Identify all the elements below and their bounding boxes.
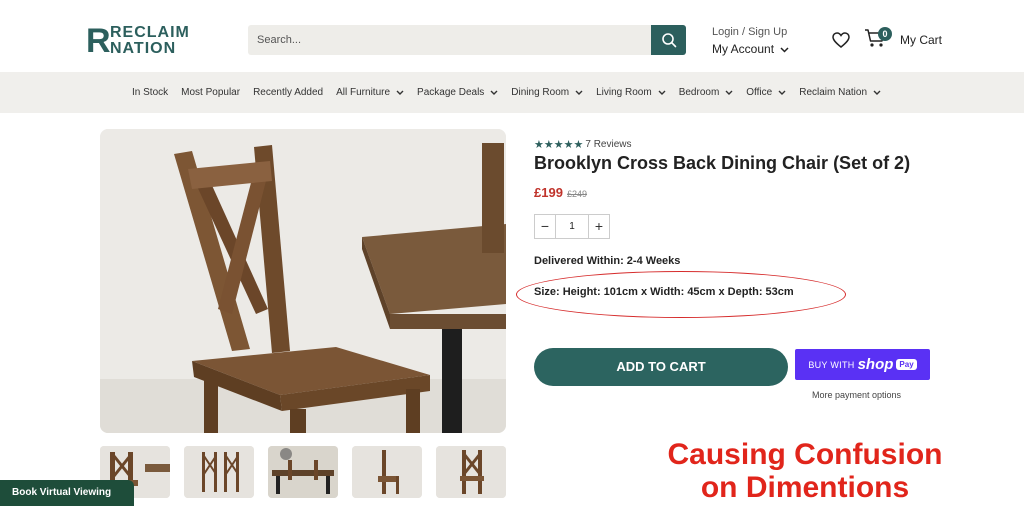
- chair-photo: [100, 129, 506, 433]
- thumbnail-4[interactable]: [352, 446, 422, 498]
- book-virtual-viewing-button[interactable]: Book Virtual Viewing: [0, 480, 134, 506]
- annotation-line-1: Causing Confusion: [667, 438, 943, 471]
- quantity-decrease-button[interactable]: −: [535, 215, 555, 238]
- nav-item-package-deals[interactable]: Package Deals: [417, 87, 498, 98]
- nav-item-label: In Stock: [132, 87, 169, 98]
- logo[interactable]: R RECLAIM NATION: [86, 24, 226, 58]
- cart-label[interactable]: My Cart: [900, 33, 942, 47]
- thumbnail-5[interactable]: [436, 446, 506, 498]
- chevron-down-icon: [725, 90, 733, 95]
- add-to-cart-button[interactable]: ADD TO CART: [534, 348, 788, 386]
- login-link[interactable]: Login / Sign Up: [712, 25, 789, 39]
- nav-item-reclaim-nation[interactable]: Reclaim Nation: [799, 87, 881, 98]
- search-bar: [248, 25, 686, 55]
- nav-item-office[interactable]: Office: [746, 87, 786, 98]
- quantity-increase-button[interactable]: +: [589, 215, 609, 238]
- star-icon: ★: [553, 139, 564, 151]
- site-header: R RECLAIM NATION Login / Sign Up My Acco…: [0, 0, 1024, 72]
- my-account-label[interactable]: My Account: [712, 42, 774, 56]
- nav-item-label: Package Deals: [417, 87, 485, 98]
- quantity-input[interactable]: 1: [555, 215, 589, 238]
- nav-item-most-popular[interactable]: Most Popular: [181, 87, 240, 98]
- nav-item-recently-added[interactable]: Recently Added: [253, 87, 323, 98]
- nav-item-label: Office: [746, 87, 773, 98]
- nav-item-living-room[interactable]: Living Room: [596, 87, 666, 98]
- nav-item-bedroom[interactable]: Bedroom: [679, 87, 734, 98]
- chevron-down-icon: [780, 47, 789, 53]
- thumbnail-2[interactable]: [184, 446, 254, 498]
- nav-item-label: All Furniture: [336, 87, 391, 98]
- chevron-down-icon: [490, 90, 498, 95]
- search-icon: [661, 33, 676, 48]
- main-nav: In Stock Most Popular Recently Added All Fu…: [0, 72, 1024, 113]
- account-menu[interactable]: Login / Sign Up My Account: [712, 25, 789, 57]
- nav-item-label: Recently Added: [253, 87, 324, 98]
- shop-pay-buy-with: BUY WITH: [808, 359, 855, 370]
- product-main-image[interactable]: [100, 129, 506, 433]
- chevron-down-icon: [396, 90, 404, 95]
- thumbnail-strip: [100, 446, 520, 498]
- nav-item-all-furniture[interactable]: All Furniture: [336, 87, 404, 98]
- rating-stars: ★★★★★: [534, 135, 583, 153]
- shop-pay-logo: shop: [857, 356, 894, 373]
- nav-item-label: Dining Room: [511, 87, 570, 98]
- delivery-info: Delivered Within: 2-4 Weeks: [534, 255, 681, 267]
- nav-item-in-stock[interactable]: In Stock: [132, 87, 168, 98]
- chevron-down-icon: [873, 90, 881, 95]
- search-button[interactable]: [651, 25, 686, 55]
- shop-pay-button[interactable]: BUY WITH shop Pay: [795, 349, 930, 380]
- star-icon: ★: [563, 139, 574, 151]
- product-title: Brooklyn Cross Back Dining Chair (Set of…: [534, 153, 911, 173]
- rating-reviews[interactable]: ★★★★★ 7 Reviews: [534, 135, 632, 153]
- logo-letter: R: [86, 22, 111, 60]
- nav-item-label: Most Popular: [181, 87, 241, 98]
- star-icon: ★: [573, 139, 584, 151]
- reviews-count[interactable]: 7 Reviews: [585, 139, 631, 150]
- star-icon: ★: [534, 139, 544, 151]
- nav-item-label: Reclaim Nation: [799, 87, 868, 98]
- chevron-down-icon: [778, 90, 786, 95]
- shop-pay-badge: Pay: [896, 359, 917, 370]
- more-payment-options-link[interactable]: More payment options: [812, 390, 901, 400]
- logo-line-1: RECLAIM: [110, 24, 190, 41]
- logo-line-2: NATION: [110, 40, 177, 57]
- annotation-line-2: on Dimentions: [700, 471, 910, 504]
- cart-count-badge: 0: [878, 27, 892, 41]
- thumbnail-3[interactable]: [268, 446, 338, 498]
- product-price: £199: [534, 185, 563, 200]
- chevron-down-icon: [575, 90, 583, 95]
- annotation-ellipse: [516, 271, 846, 318]
- chevron-down-icon: [658, 90, 666, 95]
- nav-item-dining-room[interactable]: Dining Room: [511, 87, 583, 98]
- nav-item-label: Living Room: [596, 87, 652, 98]
- quantity-stepper: − 1 +: [534, 214, 610, 239]
- heart-icon[interactable]: [832, 32, 850, 48]
- star-icon: ★: [543, 139, 554, 151]
- nav-item-label: Bedroom: [678, 87, 720, 98]
- product-old-price: £249: [567, 189, 588, 199]
- search-input[interactable]: [257, 25, 647, 55]
- annotation-text: Causing Confusion on Dimentions: [650, 438, 960, 504]
